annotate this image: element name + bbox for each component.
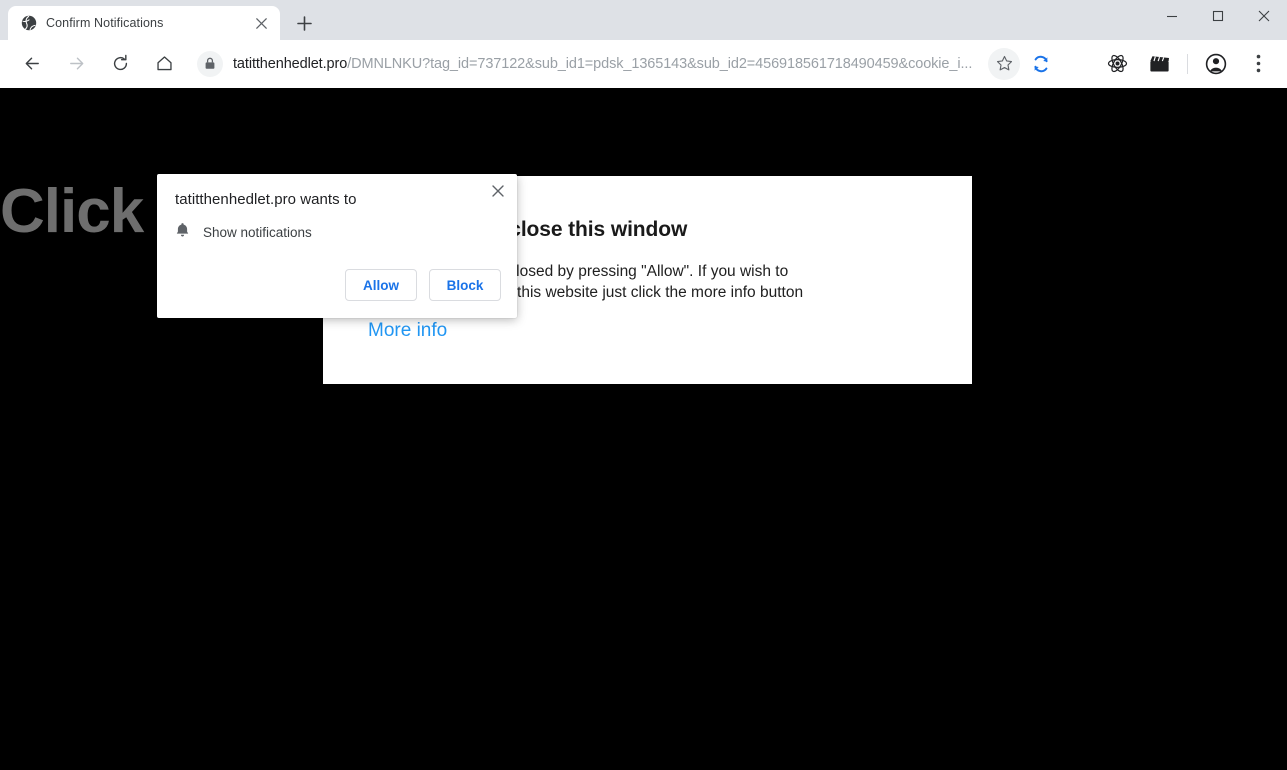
notification-permission-dialog: tatitthenhedlet.pro wants to Show notifi… [157,174,517,318]
more-info-link[interactable]: More info [368,320,447,342]
profile-avatar-icon[interactable] [1200,48,1232,80]
tab-strip: Confirm Notifications [0,0,1287,40]
browser-tab[interactable]: Confirm Notifications [8,6,280,40]
new-tab-button[interactable] [290,9,318,37]
globe-icon [20,15,37,32]
dialog-close-icon[interactable] [485,178,511,204]
minimize-button[interactable] [1149,0,1195,32]
lock-icon[interactable] [197,51,223,77]
bell-icon [175,222,190,243]
dialog-title: tatitthenhedlet.pro wants to [175,191,357,208]
reload-button[interactable] [104,48,136,80]
maximize-button[interactable] [1195,0,1241,32]
window-close-button[interactable] [1241,0,1287,32]
permission-row: Show notifications [175,222,312,243]
address-bar[interactable]: tatitthenhedlet.pro/DMNLNKU?tag_id=73712… [194,49,980,79]
browser-toolbar: tatitthenhedlet.pro/DMNLNKU?tag_id=73712… [0,40,1287,88]
block-button[interactable]: Block [429,269,501,301]
url-path: /DMNLNKU?tag_id=737122&sub_id1=pdsk_1365… [347,56,972,72]
home-button[interactable] [148,48,180,80]
tab-close-icon[interactable] [250,12,272,34]
three-dot-menu-icon[interactable] [1242,48,1274,80]
toolbar-divider [1187,54,1188,74]
browser-window: Confirm Notifications [0,0,1287,770]
permission-label: Show notifications [203,225,312,240]
clapperboard-extension-icon[interactable] [1143,48,1175,80]
allow-button[interactable]: Allow [345,269,417,301]
atom-extension-icon[interactable] [1101,48,1133,80]
sync-icon[interactable] [1025,48,1057,80]
star-icon[interactable] [988,48,1020,80]
forward-button[interactable] [60,48,92,80]
page-content: Click Allow if you are not a robot Click… [0,88,1287,770]
back-button[interactable] [16,48,48,80]
url-text: tatitthenhedlet.pro/DMNLNKU?tag_id=73712… [233,56,972,72]
url-host: tatitthenhedlet.pro [233,56,347,72]
window-controls [1149,0,1287,32]
tab-title: Confirm Notifications [46,16,241,30]
dialog-actions: Allow Block [345,269,501,301]
